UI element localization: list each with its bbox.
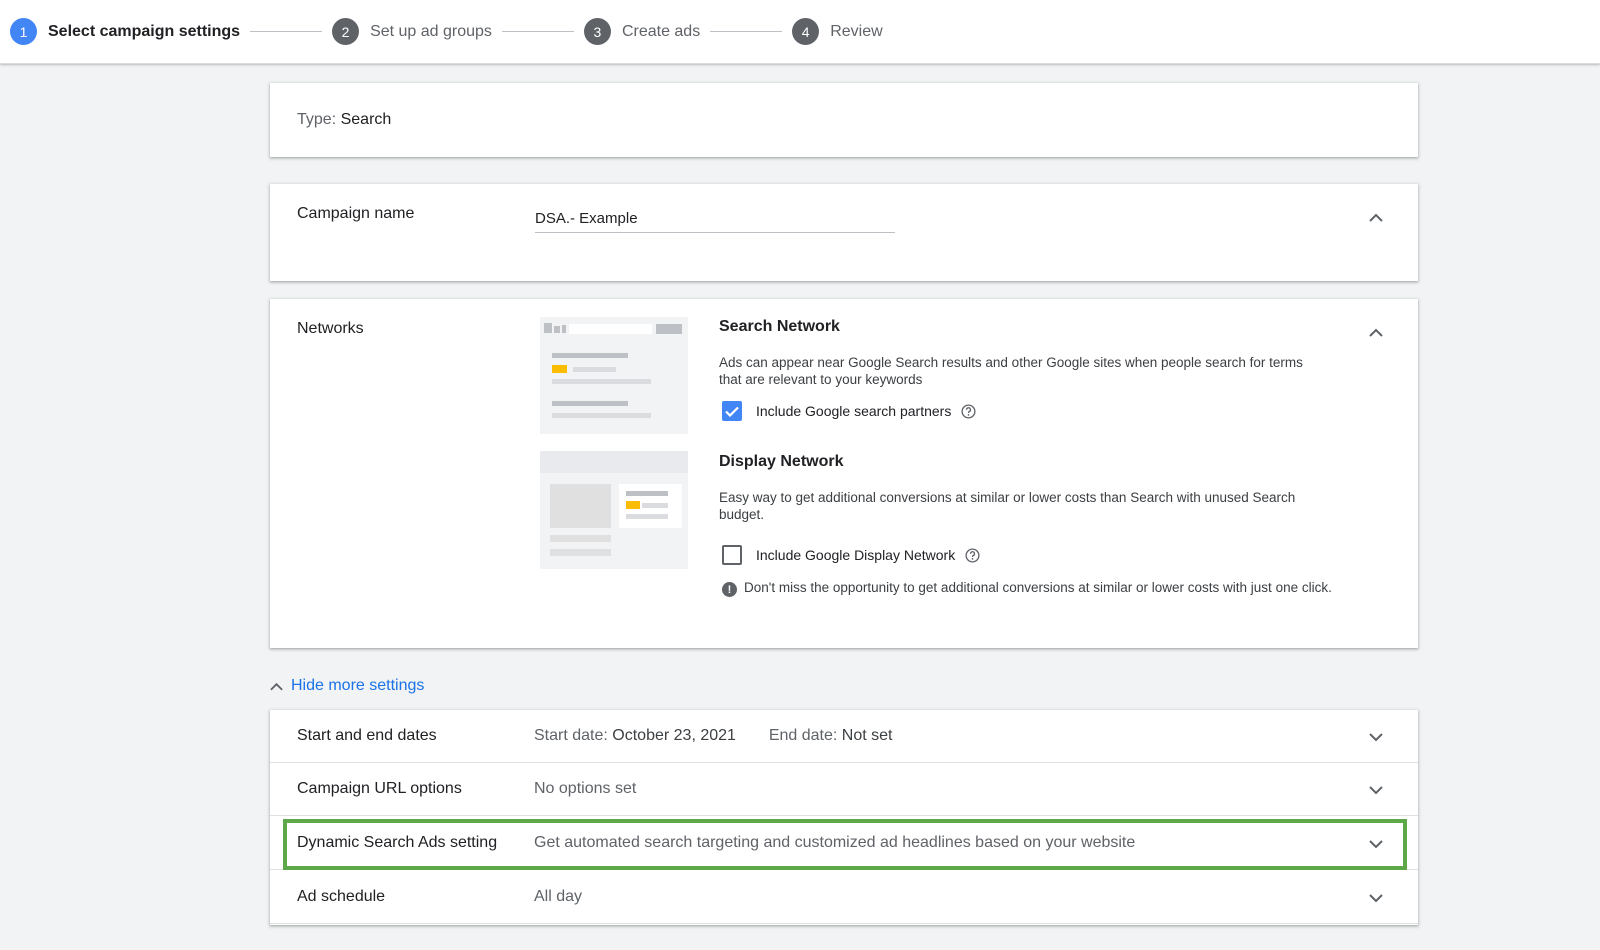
hide-more-settings-label: Hide more settings <box>291 677 425 694</box>
display-network-notice: ! Don't miss the opportunity to get addi… <box>722 579 1342 597</box>
start-date-prefix: Start date: <box>534 727 608 744</box>
step-set-up-ad-groups[interactable]: 2 Set up ad groups <box>332 18 492 45</box>
help-circle-icon[interactable] <box>964 547 980 563</box>
step-select-campaign-settings[interactable]: 1 Select campaign settings <box>10 18 240 45</box>
step-number-1: 1 <box>10 18 37 45</box>
networks-card: Networks Search Network Ads can appear n… <box>270 299 1418 648</box>
campaign-type-card: Type: Search <box>270 83 1418 157</box>
chevron-down-icon[interactable] <box>1364 725 1388 749</box>
ad-schedule-row[interactable]: Ad schedule All day <box>270 871 1418 924</box>
step-create-ads[interactable]: 3 Create ads <box>583 18 701 45</box>
start-end-dates-value: Start date: October 23, 2021 End date: N… <box>534 727 892 745</box>
display-network-label: Include Google Display Network <box>756 547 956 563</box>
search-partners-option[interactable]: Include Google search partners <box>722 401 976 421</box>
exclamation-circle-icon: ! <box>722 582 737 597</box>
step-label-2: Set up ad groups <box>370 22 492 40</box>
display-network-illustration <box>540 451 688 569</box>
step-label-4: Review <box>830 22 883 40</box>
step-number-4: 4 <box>792 18 820 45</box>
ad-schedule-label: Ad schedule <box>297 888 386 905</box>
display-network-notice-text: Don't miss the opportunity to get additi… <box>744 580 1332 595</box>
campaign-type: Type: Search <box>297 111 391 129</box>
ad-schedule-value: All day <box>534 888 583 905</box>
display-network-checkbox[interactable] <box>722 545 742 565</box>
chevron-up-icon <box>270 679 284 693</box>
chevron-up-icon[interactable] <box>1364 320 1388 344</box>
display-network-title: Display Network <box>719 453 844 470</box>
campaign-type-value: Search <box>340 111 392 128</box>
chevron-down-icon[interactable] <box>1364 778 1388 802</box>
step-label-1: Select campaign settings <box>48 22 241 40</box>
search-network-title: Search Network <box>719 318 840 335</box>
search-partners-checkbox[interactable] <box>722 401 742 421</box>
step-review[interactable]: 4 Review <box>792 18 883 45</box>
dynamic-search-ads-value: Get automated search targeting and custo… <box>534 834 1136 851</box>
dynamic-search-ads-row[interactable]: Dynamic Search Ads setting Get automated… <box>270 817 1418 870</box>
campaign-name-card: Campaign name <box>270 184 1418 281</box>
campaign-url-options-value: No options set <box>534 780 637 797</box>
campaign-name-label: Campaign name <box>297 205 415 222</box>
chevron-down-icon[interactable] <box>1364 886 1388 910</box>
start-date-value: October 23, 2021 <box>612 727 736 744</box>
step-label-3: Create ads <box>621 22 701 40</box>
help-circle-icon[interactable] <box>960 403 976 419</box>
step-connector <box>501 31 574 32</box>
campaign-url-options-label: Campaign URL options <box>297 780 462 797</box>
start-end-dates-label: Start and end dates <box>297 727 437 744</box>
check-icon <box>725 406 739 417</box>
step-number-3: 3 <box>583 18 611 45</box>
hide-more-settings-link[interactable]: Hide more settings <box>270 677 424 695</box>
step-number-2: 2 <box>332 18 360 45</box>
end-date-value: Not set <box>841 727 893 744</box>
chevron-up-icon[interactable] <box>1364 205 1388 229</box>
end-date-prefix: End date: <box>768 727 838 744</box>
step-connector <box>250 31 323 32</box>
chevron-down-icon[interactable] <box>1364 832 1388 856</box>
campaign-stepper: 1 Select campaign settings 2 Set up ad g… <box>0 0 1600 64</box>
campaign-name-input[interactable] <box>535 204 895 233</box>
search-network-illustration <box>540 317 688 434</box>
campaign-type-label: Type: <box>297 111 337 128</box>
start-end-dates-row[interactable]: Start and end dates Start date: October … <box>270 710 1418 763</box>
display-network-description: Easy way to get additional conversions a… <box>719 490 1296 522</box>
step-connector <box>710 31 783 32</box>
more-settings-card: Start and end dates Start date: October … <box>270 710 1418 925</box>
display-network-option[interactable]: Include Google Display Network <box>722 545 980 565</box>
dynamic-search-ads-label: Dynamic Search Ads setting <box>297 834 498 851</box>
search-partners-label: Include Google search partners <box>756 403 952 419</box>
networks-label: Networks <box>297 320 364 337</box>
search-network-description: Ads can appear near Google Search result… <box>719 355 1303 387</box>
campaign-url-options-row[interactable]: Campaign URL options No options set <box>270 763 1418 816</box>
